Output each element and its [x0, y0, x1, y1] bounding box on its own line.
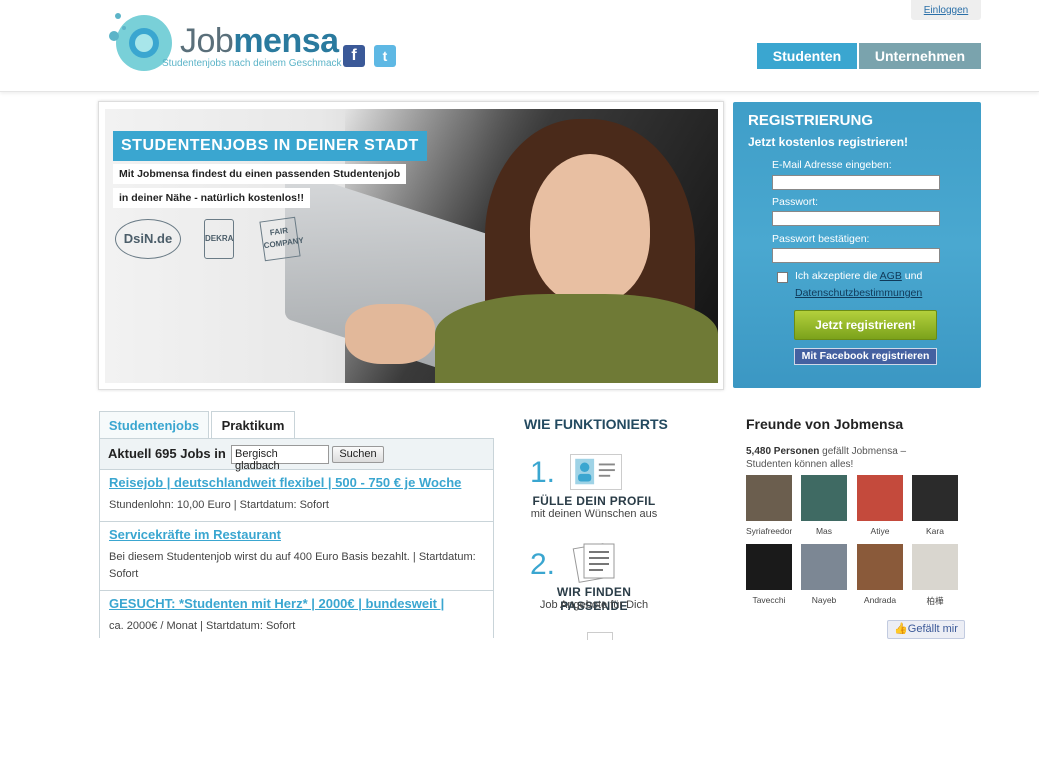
tab-praktikum[interactable]: Praktikum — [211, 411, 295, 439]
registration-title: REGISTRIERUNG — [748, 112, 874, 129]
twitter-icon[interactable]: t — [374, 45, 396, 67]
password-confirm-field[interactable] — [772, 248, 940, 263]
job-list: Aktuell 695 Jobs in Bergisch gladbach Su… — [99, 438, 494, 638]
dsin-badge: DsiN.de — [115, 219, 181, 259]
friend-name[interactable]: Kara — [912, 526, 958, 536]
job-search-bar: Aktuell 695 Jobs in Bergisch gladbach Su… — [100, 439, 493, 472]
hero-text-line-1: Mit Jobmensa findest du einen passenden … — [113, 164, 407, 184]
password-label: Passwort: — [772, 196, 819, 208]
friends-title: Freunde von Jobmensa — [746, 416, 904, 432]
hero-banner: STUDENTENJOBS IN DEINER STADT Mit Jobmen… — [98, 101, 724, 390]
avatar[interactable] — [857, 544, 903, 590]
dekra-badge: DEKRA — [204, 219, 234, 259]
friend-name[interactable]: Mas — [801, 526, 847, 536]
list-item: Reisejob | deutschlandweit flexibel | 50… — [100, 470, 493, 522]
avatar[interactable] — [746, 475, 792, 521]
friend-name[interactable]: Tavecchi — [746, 595, 792, 605]
login-link[interactable]: Einloggen — [924, 5, 968, 16]
fair-company-badge: FAIR COMPANY — [259, 216, 304, 262]
jobmensa-logo[interactable]: Jobmensa Studentenjobs nach deinem Gesch… — [106, 12, 346, 74]
documents-icon — [572, 543, 615, 583]
thumbs-up-icon: 👍 — [894, 623, 908, 635]
password-field[interactable] — [772, 211, 940, 226]
tab-studentenjobs[interactable]: Studentenjobs — [99, 411, 209, 439]
avatar[interactable] — [857, 475, 903, 521]
friend-name[interactable]: Atiye — [857, 526, 903, 536]
city-input[interactable]: Bergisch gladbach — [231, 445, 329, 472]
job-description: Stundenlohn: 10,00 Euro | Startdatum: So… — [109, 499, 329, 511]
list-item: Servicekräfte im Restaurant Bei diesem S… — [100, 522, 493, 591]
step-subtitle: Job Angebote für Dich — [539, 599, 649, 611]
friend-name[interactable]: Andrada — [857, 595, 903, 605]
likes-summary: 5,480 Personen gefällt Jobmensa – Studen… — [746, 446, 907, 470]
avatar[interactable] — [746, 544, 792, 590]
student-photo — [530, 154, 650, 304]
step-subtitle: mit deinen Wünschen aus — [530, 508, 658, 520]
avatar[interactable] — [912, 544, 958, 590]
step-number: 2. — [530, 548, 556, 581]
agb-link[interactable]: AGB — [880, 270, 902, 282]
friend-name[interactable]: Syriafreedom — [746, 526, 792, 536]
email-field[interactable] — [772, 175, 940, 190]
registration-subtitle: Jetzt kostenlos registrieren! — [748, 135, 909, 149]
email-label: E-Mail Adresse eingeben: — [772, 159, 892, 171]
step-3-icon — [587, 632, 613, 640]
list-item: GESUCHT: *Studenten mit Herz* | 2000€ | … — [100, 591, 493, 638]
hero-image: STUDENTENJOBS IN DEINER STADT Mit Jobmen… — [105, 109, 718, 383]
job-count-label: Aktuell 695 Jobs in — [108, 446, 226, 461]
accept-terms-checkbox[interactable] — [777, 272, 788, 283]
step-title: FÜLLE DEIN PROFIL — [532, 494, 656, 508]
how-it-works-title: WIE FUNKTIONIERTS — [524, 416, 668, 432]
job-title-link[interactable]: GESUCHT: *Studenten mit Herz* | 2000€ | … — [109, 596, 484, 611]
facebook-icon[interactable]: f — [343, 45, 365, 67]
tab-studenten[interactable]: Studenten — [757, 43, 857, 69]
logo-tagline: Studentenjobs nach deinem Geschmack — [162, 58, 342, 69]
facebook-register-button[interactable]: Mit Facebook registrieren — [794, 348, 937, 365]
job-description: Bei diesem Studentenjob wirst du auf 400… — [109, 551, 476, 580]
friend-name[interactable]: 柏樺 — [912, 595, 958, 607]
logo-wordmark: Jobmensa — [180, 22, 339, 60]
register-button[interactable]: Jetzt registrieren! — [794, 310, 937, 340]
header: Jobmensa Studentenjobs nach deinem Gesch… — [0, 0, 1039, 92]
hero-text-line-2: in deiner Nähe - natürlich kostenlos!! — [113, 188, 310, 208]
friend-name[interactable]: Nayeb — [801, 595, 847, 605]
login-box: Einloggen — [911, 0, 981, 20]
profile-card-icon — [570, 454, 622, 490]
tab-unternehmen[interactable]: Unternehmen — [859, 43, 981, 69]
job-title-link[interactable]: Reisejob | deutschlandweit flexibel | 50… — [109, 475, 484, 490]
avatar[interactable] — [801, 475, 847, 521]
like-button[interactable]: 👍Gefällt mir — [887, 620, 965, 639]
accept-terms-text: Ich akzeptiere die AGB und Datenschutzbe… — [795, 270, 923, 299]
registration-panel: REGISTRIERUNG Jetzt kostenlos registrier… — [733, 102, 981, 388]
avatar[interactable] — [801, 544, 847, 590]
step-number: 1. — [530, 456, 556, 489]
avatar[interactable] — [912, 475, 958, 521]
password-confirm-label: Passwort bestätigen: — [772, 233, 870, 245]
search-button[interactable]: Suchen — [332, 446, 384, 463]
job-title-link[interactable]: Servicekräfte im Restaurant — [109, 527, 484, 542]
hero-title: STUDENTENJOBS IN DEINER STADT — [113, 131, 427, 161]
job-description: ca. 2000€ / Monat | Startdatum: Sofort — [109, 620, 296, 632]
privacy-link[interactable]: Datenschutzbestimmungen — [795, 287, 922, 299]
